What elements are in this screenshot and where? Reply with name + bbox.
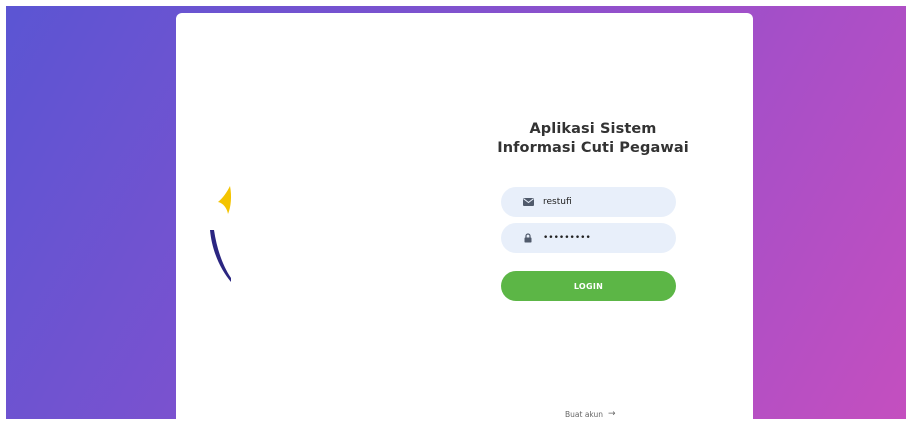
app-title: Aplikasi Sistem Informasi Cuti Pegawai [497,121,689,156]
username-field[interactable] [501,187,676,217]
password-field[interactable] [501,223,676,253]
password-input[interactable] [543,233,676,243]
lock-icon [521,231,535,245]
login-card: Aplikasi Sistem Informasi Cuti Pegawai L… [176,13,753,444]
app-logo-icon [210,186,232,282]
envelope-icon [521,195,535,209]
username-input[interactable] [543,197,676,207]
arrow-right-icon: → [608,409,616,419]
signup-link[interactable]: Buat akun → [565,409,616,419]
signup-label[interactable]: Buat akun [565,410,603,419]
login-button[interactable]: LOGIN [501,271,676,301]
